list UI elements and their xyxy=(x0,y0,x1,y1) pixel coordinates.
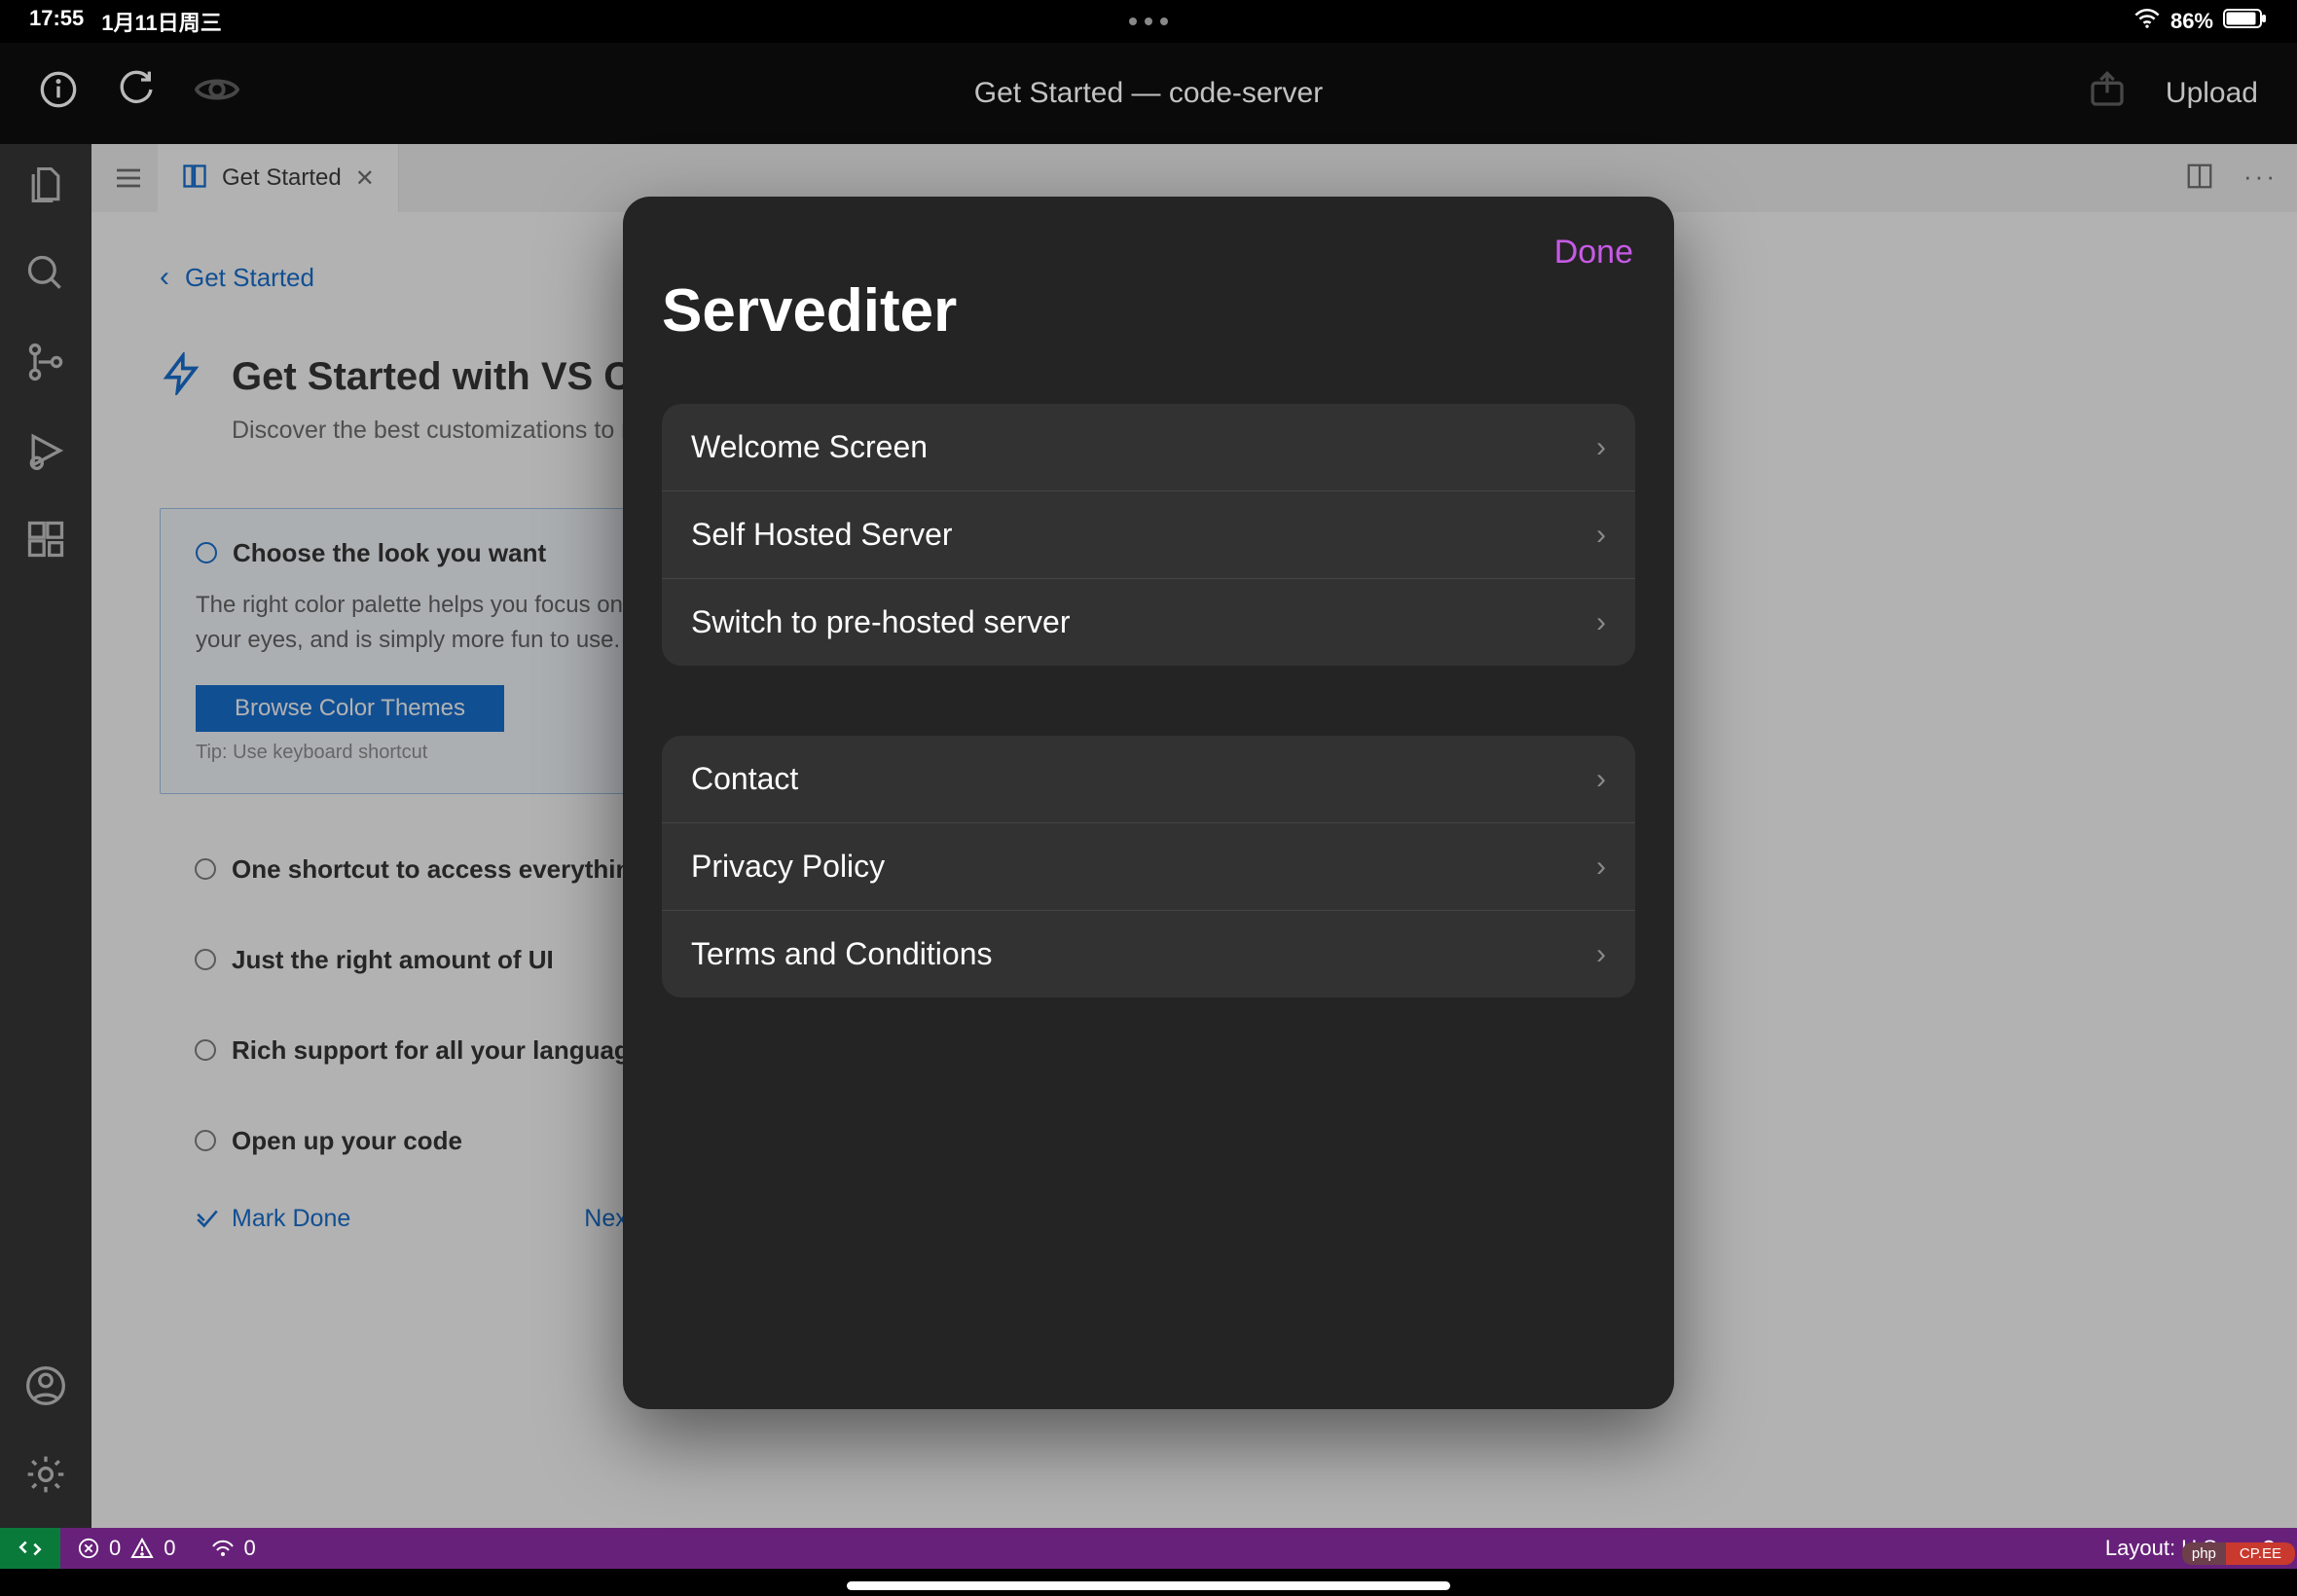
multitask-dots[interactable] xyxy=(1129,18,1168,25)
status-errors[interactable]: 0 0 xyxy=(60,1536,194,1561)
eye-icon[interactable] xyxy=(195,70,239,117)
chevron-right-icon: › xyxy=(1596,519,1606,552)
errors-count: 0 xyxy=(109,1536,121,1561)
menu-contact[interactable]: Contact › xyxy=(662,736,1635,822)
menu-item-label: Terms and Conditions xyxy=(691,936,992,972)
status-time: 17:55 xyxy=(29,6,84,37)
menu-privacy-policy[interactable]: Privacy Policy › xyxy=(662,822,1635,910)
modal-group-server: Welcome Screen › Self Hosted Server › Swit… xyxy=(662,404,1635,666)
reload-icon[interactable] xyxy=(117,70,156,117)
info-icon[interactable] xyxy=(39,70,78,117)
chevron-right-icon: › xyxy=(1596,763,1606,796)
menu-item-label: Welcome Screen xyxy=(691,429,928,465)
modal-group-legal: Contact › Privacy Policy › Terms and Condi… xyxy=(662,736,1635,998)
menu-welcome-screen[interactable]: Welcome Screen › xyxy=(662,404,1635,490)
chevron-right-icon: › xyxy=(1596,938,1606,971)
badge-left: php xyxy=(2182,1542,2226,1565)
battery-percent: 86% xyxy=(2170,9,2213,34)
php-badge: php CP.EE xyxy=(2182,1542,2295,1565)
ports-count: 0 xyxy=(244,1536,256,1561)
menu-item-label: Switch to pre-hosted server xyxy=(691,604,1071,640)
chevron-right-icon: › xyxy=(1596,431,1606,464)
modal-title: Servediter xyxy=(662,276,1635,345)
ipad-statusbar: 17:55 1月11日周三 86% xyxy=(0,0,2297,43)
battery-icon xyxy=(2223,8,2268,35)
wifi-icon xyxy=(2133,8,2161,35)
menu-switch-prehosted[interactable]: Switch to pre-hosted server › xyxy=(662,578,1635,666)
vscode-statusbar: 0 0 0 Layout: U.S. xyxy=(0,1528,2297,1569)
upload-icon[interactable] xyxy=(2088,70,2127,117)
menu-self-hosted-server[interactable]: Self Hosted Server › xyxy=(662,490,1635,578)
remote-indicator[interactable] xyxy=(0,1528,60,1569)
upload-button[interactable]: Upload xyxy=(2166,77,2258,110)
menu-terms-conditions[interactable]: Terms and Conditions › xyxy=(662,910,1635,998)
chevron-right-icon: › xyxy=(1596,851,1606,884)
chevron-right-icon: › xyxy=(1596,606,1606,639)
badge-right: CP.EE xyxy=(2226,1542,2295,1565)
menu-item-label: Self Hosted Server xyxy=(691,517,953,553)
status-date: 1月11日周三 xyxy=(101,6,222,37)
menu-item-label: Privacy Policy xyxy=(691,849,885,885)
servediter-modal: Done Servediter Welcome Screen › Self Hos… xyxy=(623,197,1674,1409)
done-button[interactable]: Done xyxy=(1554,234,1633,272)
ipad-bottom xyxy=(0,1569,2297,1596)
app-toolbar: Get Started — code-server Upload xyxy=(0,43,2297,144)
warnings-count: 0 xyxy=(164,1536,175,1561)
app-title: Get Started — code-server xyxy=(974,77,1323,110)
home-indicator[interactable] xyxy=(847,1581,1450,1590)
menu-item-label: Contact xyxy=(691,761,798,797)
status-ports[interactable]: 0 xyxy=(194,1536,273,1561)
